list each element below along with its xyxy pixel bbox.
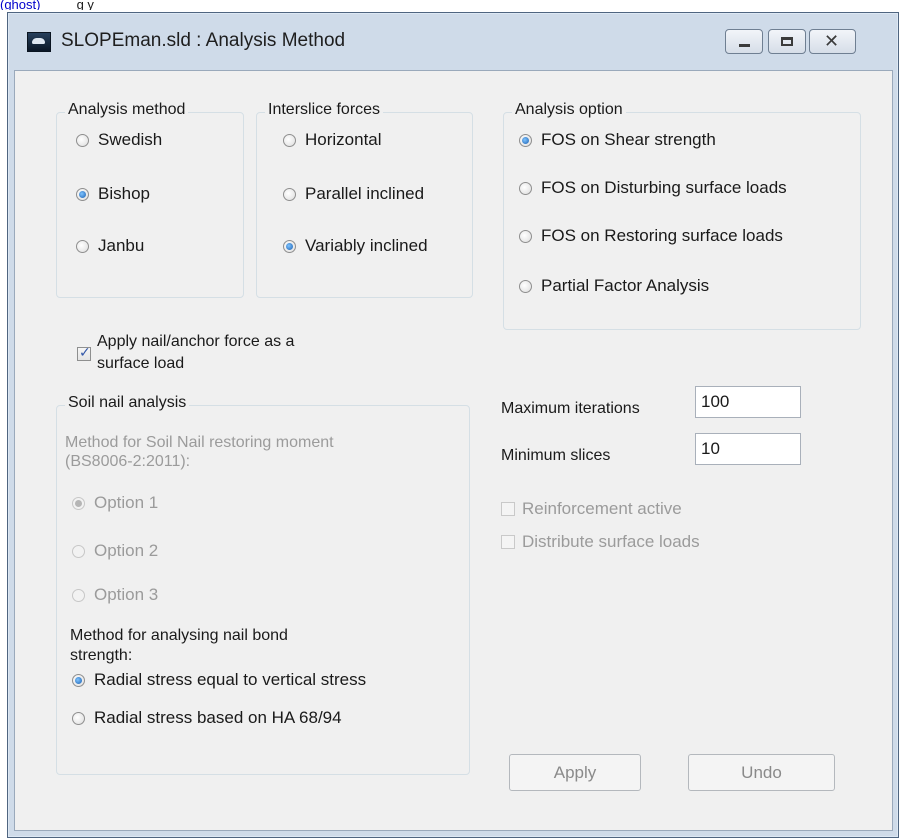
close-button[interactable]: ✕	[809, 29, 856, 54]
radio-circle	[519, 229, 532, 243]
radio-circle	[283, 239, 296, 253]
minimize-icon	[739, 44, 750, 47]
minimize-button[interactable]	[725, 29, 763, 54]
radio-circle	[76, 187, 89, 201]
analysis-method-legend: Analysis method	[65, 101, 189, 119]
radio-radial-equal-vertical[interactable]: Radial stress equal to vertical stress	[72, 670, 366, 690]
radio-label: Swedish	[98, 130, 163, 149]
max-iterations-input[interactable]: 100	[695, 386, 801, 418]
radio-fos-restoring-loads[interactable]: FOS on Restoring surface loads	[519, 226, 783, 246]
radio-circle	[76, 133, 89, 147]
radio-label: Option 3	[94, 585, 159, 604]
radio-circle	[519, 279, 532, 293]
title-bar[interactable]: SLOPEman.sld : Analysis Method ✕	[8, 13, 898, 71]
radio-label: Parallel inclined	[305, 184, 425, 203]
max-iterations-label: Maximum iterations	[501, 400, 640, 417]
radio-radial-ha-68-94[interactable]: Radial stress based on HA 68/94	[72, 708, 342, 728]
radio-circle	[72, 544, 85, 558]
undo-button[interactable]: Undo	[688, 754, 835, 791]
radio-label: Radial stress equal to vertical stress	[94, 670, 367, 689]
dialog-body: Analysis method Swedish Bishop Janbu Int…	[14, 70, 893, 831]
radio-label: Bishop	[98, 184, 150, 203]
app-icon	[27, 32, 51, 52]
maximize-icon	[781, 37, 793, 46]
analysis-option-group: Analysis option FOS on Shear strength FO…	[503, 101, 861, 330]
radio-label: Variably inclined	[305, 236, 428, 255]
radio-label: Option 2	[94, 541, 159, 560]
radio-bishop[interactable]: Bishop	[76, 184, 150, 204]
reinforcement-active-checkbox[interactable]: Reinforcement active	[501, 499, 682, 519]
page-top-rest: g y	[40, 0, 94, 10]
analysis-method-group: Analysis method Swedish Bishop Janbu	[56, 101, 244, 298]
checkbox-box	[501, 502, 515, 516]
analysis-option-legend: Analysis option	[512, 101, 626, 119]
radio-circle	[283, 187, 296, 201]
interslice-forces-group: Interslice forces Horizontal Parallel in…	[256, 101, 473, 298]
radio-label: Option 1	[94, 493, 159, 512]
page-top-text: (ghost) g y	[0, 0, 400, 10]
min-slices-label: Minimum slices	[501, 447, 611, 464]
radio-partial-factor-analysis[interactable]: Partial Factor Analysis	[519, 276, 709, 296]
radio-fos-disturbing-loads[interactable]: FOS on Disturbing surface loads	[519, 178, 787, 198]
radio-option-1[interactable]: Option 1	[72, 493, 158, 513]
radio-fos-shear-strength[interactable]: FOS on Shear strength	[519, 130, 716, 150]
soil-nail-analysis-legend: Soil nail analysis	[65, 394, 190, 412]
checkbox-label: Distribute surface loads	[522, 532, 700, 551]
radio-circle	[72, 711, 85, 725]
radio-variably-inclined[interactable]: Variably inclined	[283, 236, 428, 256]
radio-label: Horizontal	[305, 130, 382, 149]
restoring-moment-heading-1: Method for Soil Nail restoring moment	[65, 434, 334, 451]
radio-circle	[72, 588, 85, 602]
checkbox-label: Reinforcement active	[522, 499, 682, 518]
checkbox-box	[501, 535, 515, 549]
apply-nail-checkbox[interactable]: Apply nail/anchor force as a surface loa…	[77, 333, 377, 379]
radio-label: FOS on Disturbing surface loads	[541, 178, 787, 197]
radio-circle	[72, 496, 85, 510]
radio-circle	[283, 133, 296, 147]
bond-strength-heading-1: Method for analysing nail bond	[70, 627, 288, 644]
apply-nail-label-line2: surface load	[97, 355, 185, 372]
distribute-surface-loads-checkbox[interactable]: Distribute surface loads	[501, 532, 700, 552]
radio-option-3[interactable]: Option 3	[72, 585, 158, 605]
apply-button[interactable]: Apply	[509, 754, 641, 791]
radio-label: Radial stress based on HA 68/94	[94, 708, 342, 727]
window-title: SLOPEman.sld : Analysis Method	[61, 30, 346, 51]
close-icon: ✕	[824, 31, 840, 52]
analysis-method-window: SLOPEman.sld : Analysis Method ✕ Analysi…	[7, 12, 899, 838]
radio-swedish[interactable]: Swedish	[76, 130, 162, 150]
radio-circle	[72, 673, 85, 687]
radio-label: Partial Factor Analysis	[541, 276, 710, 295]
restoring-moment-heading-2: (BS8006-2:2011):	[65, 453, 191, 470]
radio-option-2[interactable]: Option 2	[72, 541, 158, 561]
radio-janbu[interactable]: Janbu	[76, 236, 144, 256]
radio-circle	[519, 133, 532, 147]
apply-nail-label-line1: Apply nail/anchor force as a	[97, 333, 295, 350]
interslice-forces-legend: Interslice forces	[265, 101, 384, 119]
radio-label: Janbu	[98, 236, 145, 255]
radio-horizontal[interactable]: Horizontal	[283, 130, 382, 150]
radio-circle	[519, 181, 532, 195]
radio-label: FOS on Restoring surface loads	[541, 226, 783, 245]
min-slices-input[interactable]: 10	[695, 433, 801, 465]
page-top-link[interactable]: (ghost)	[0, 0, 40, 10]
checkbox-box	[77, 344, 91, 361]
radio-parallel-inclined[interactable]: Parallel inclined	[283, 184, 424, 204]
radio-circle	[76, 239, 89, 253]
radio-label: FOS on Shear strength	[541, 130, 716, 149]
maximize-button[interactable]	[768, 29, 806, 54]
bond-strength-heading-2: strength:	[70, 647, 133, 664]
soil-nail-analysis-group: Soil nail analysis Method for Soil Nail …	[56, 394, 470, 775]
